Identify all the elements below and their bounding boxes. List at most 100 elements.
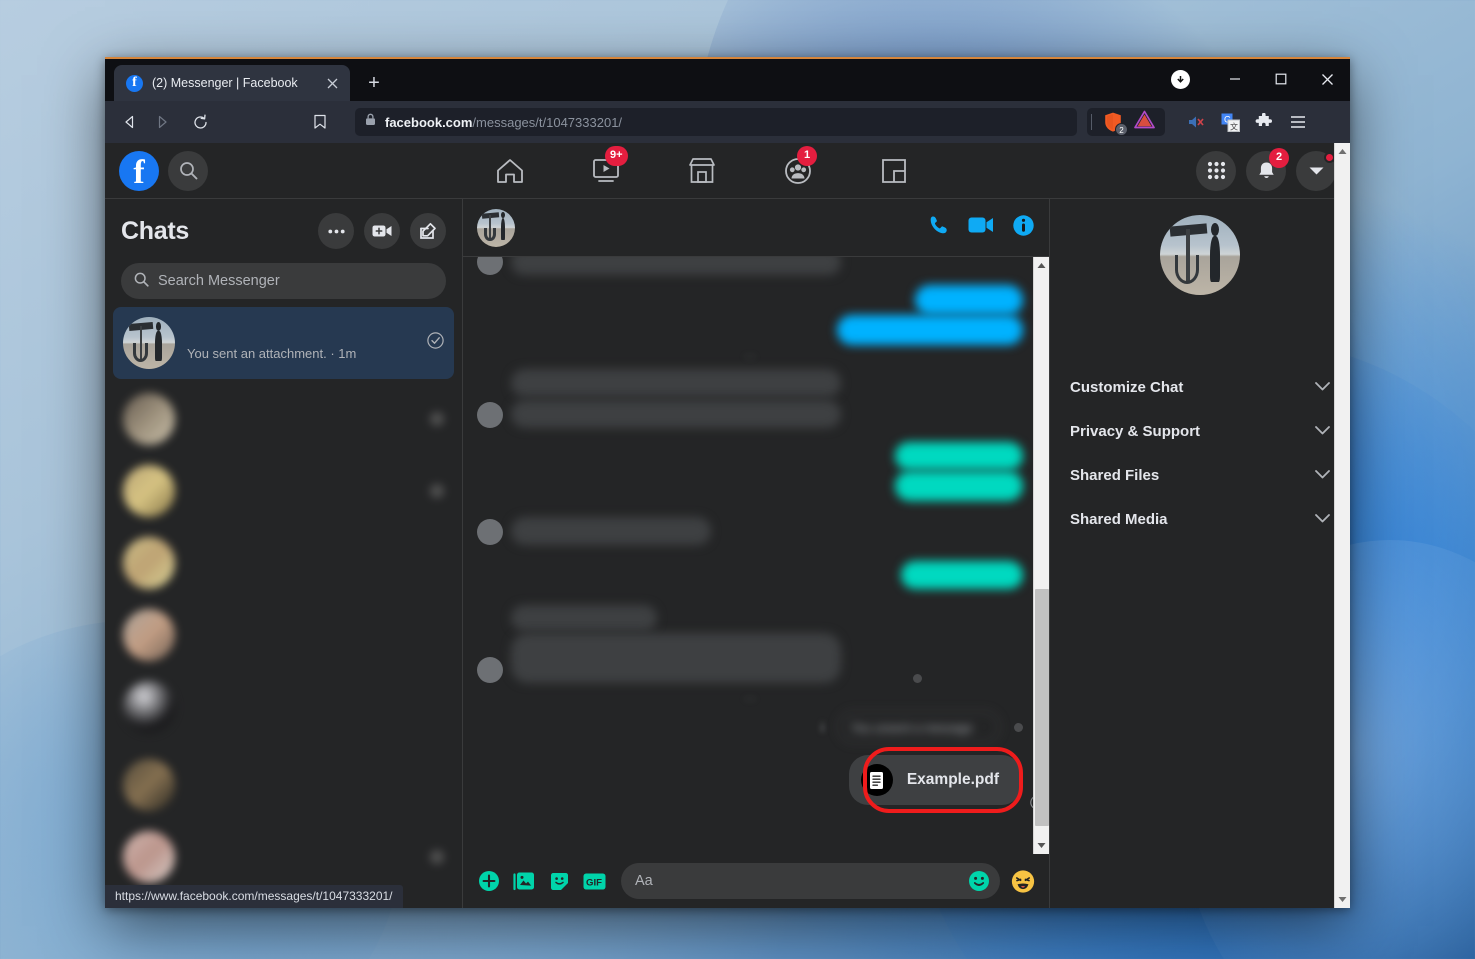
- bookmark-icon[interactable]: [305, 107, 335, 137]
- message-bubble[interactable]: [511, 605, 657, 631]
- details-contact-name: [1151, 307, 1249, 325]
- new-message-icon[interactable]: [410, 213, 446, 249]
- details-item-shared-media[interactable]: Shared Media: [1066, 497, 1334, 541]
- pdf-attachment[interactable]: Example.pdf: [848, 755, 1021, 805]
- message-bubble[interactable]: [895, 471, 1023, 501]
- chat-item-name: [187, 400, 418, 420]
- browser-toolbar: facebook.com/messages/t/1047333201/ 2 G文: [105, 101, 1350, 143]
- notifications-bell-icon[interactable]: 2: [1246, 147, 1289, 191]
- download-icon[interactable]: [1171, 69, 1190, 89]
- chat-item-snippet: [187, 636, 444, 655]
- message-bubble[interactable]: [915, 285, 1023, 315]
- more-options-icon[interactable]: [318, 213, 354, 249]
- message-bubble[interactable]: [511, 257, 841, 275]
- extensions-puzzle-icon[interactable]: [1249, 107, 1279, 137]
- window-controls: [1171, 57, 1350, 101]
- emoji-icon[interactable]: [968, 870, 990, 896]
- brave-shields-icon[interactable]: 2: [1102, 111, 1128, 136]
- details-item-customize-chat[interactable]: Customize Chat: [1066, 365, 1334, 409]
- menu-grid-icon[interactable]: [1196, 150, 1236, 191]
- chats-header: Chats: [105, 199, 462, 253]
- add-attachment-icon[interactable]: [477, 869, 501, 893]
- scrollbar-track[interactable]: [1034, 274, 1050, 837]
- chat-list-item[interactable]: [113, 455, 454, 527]
- chat-list-item[interactable]: [113, 383, 454, 455]
- chat-list-item-active[interactable]: You sent an attachment. · 1m: [113, 307, 454, 379]
- chat-list-item[interactable]: [113, 821, 454, 893]
- close-window-button[interactable]: [1304, 57, 1350, 101]
- message-bubble[interactable]: [837, 315, 1023, 345]
- new-video-room-icon[interactable]: [364, 213, 400, 249]
- message-bubble[interactable]: [511, 517, 711, 545]
- like-thumb-icon[interactable]: [1011, 869, 1035, 893]
- search-icon[interactable]: [168, 150, 208, 191]
- unread-status-dot: [430, 484, 444, 498]
- photo-icon[interactable]: [512, 869, 536, 893]
- facebook-account-controls: 2: [1196, 147, 1336, 191]
- video-watch-icon[interactable]: 9+: [589, 145, 628, 188]
- page-scrollbar[interactable]: [1334, 143, 1350, 908]
- scrollbar-track[interactable]: [1335, 160, 1351, 891]
- gaming-icon[interactable]: [877, 154, 911, 188]
- avatar[interactable]: [477, 208, 515, 247]
- scroll-down-icon[interactable]: [1034, 837, 1050, 854]
- browser-title-bar: f (2) Messenger | Facebook +: [105, 57, 1350, 101]
- speaker-mute-icon[interactable]: [1181, 107, 1211, 137]
- browser-tab[interactable]: f (2) Messenger | Facebook: [114, 65, 350, 101]
- scroll-up-icon[interactable]: [1335, 143, 1351, 160]
- chat-item-name: [187, 544, 444, 564]
- url-bar[interactable]: facebook.com/messages/t/1047333201/: [355, 108, 1077, 136]
- facebook-favicon: f: [126, 74, 143, 92]
- maximize-button[interactable]: [1258, 57, 1304, 101]
- search-input[interactable]: Search Messenger: [121, 263, 446, 299]
- message-bubble[interactable]: [901, 561, 1023, 589]
- home-icon[interactable]: [493, 154, 527, 188]
- chat-item-name: [187, 616, 444, 636]
- new-tab-button[interactable]: +: [360, 69, 388, 97]
- marketplace-icon[interactable]: [685, 154, 719, 188]
- close-icon[interactable]: [322, 73, 342, 93]
- scrollbar-thumb[interactable]: [1034, 589, 1049, 826]
- sticker-icon[interactable]: [547, 869, 571, 893]
- gif-icon[interactable]: GIF: [582, 869, 606, 893]
- google-translate-icon[interactable]: G文: [1215, 107, 1245, 137]
- forward-icon[interactable]: [147, 107, 177, 137]
- chat-list-item[interactable]: [113, 599, 454, 671]
- chat-list[interactable]: You sent an attachment. · 1m: [105, 307, 462, 908]
- message-input[interactable]: Aa: [621, 863, 1000, 899]
- voice-call-icon[interactable]: [928, 214, 950, 241]
- scroll-up-icon[interactable]: [1034, 257, 1050, 274]
- message-list-scrollbar[interactable]: [1033, 257, 1049, 854]
- chat-list-item[interactable]: [113, 749, 454, 821]
- facebook-logo[interactable]: f: [119, 150, 159, 191]
- seen-check-icon: [427, 332, 444, 354]
- brave-rewards-icon[interactable]: [1134, 110, 1155, 134]
- account-chevron-icon[interactable]: [1296, 150, 1336, 191]
- details-item-shared-files[interactable]: Shared Files: [1066, 453, 1334, 497]
- avatar[interactable]: [1160, 215, 1240, 295]
- scroll-down-icon[interactable]: [1335, 891, 1351, 908]
- message-bubble[interactable]: [511, 633, 841, 683]
- back-icon[interactable]: [115, 107, 145, 137]
- video-call-icon[interactable]: [968, 216, 994, 239]
- avatar: [123, 759, 175, 811]
- message-bubble[interactable]: [511, 400, 841, 428]
- reload-icon[interactable]: [185, 107, 215, 137]
- search-icon: [134, 272, 149, 291]
- chats-sidebar: Chats Search Messenger You sent an attac…: [105, 199, 462, 908]
- message-list[interactable]: ··· ··· i You unsent a message Example.p…: [463, 257, 1049, 854]
- status-bar-url: https://www.facebook.com/messages/t/1047…: [105, 885, 403, 908]
- conversation-info-icon[interactable]: [1012, 214, 1035, 242]
- chat-list-item[interactable]: [113, 527, 454, 599]
- chat-item-name: [187, 838, 418, 858]
- message-bubble[interactable]: [511, 369, 841, 397]
- details-item-privacy-support[interactable]: Privacy & Support: [1066, 409, 1334, 453]
- chat-item-snippet: [187, 420, 418, 439]
- groups-icon[interactable]: 1: [781, 145, 817, 188]
- chat-list-item[interactable]: [113, 671, 454, 743]
- message-row: [477, 471, 1023, 501]
- message-row: [477, 257, 1023, 275]
- message-bubble[interactable]: [895, 442, 1023, 470]
- minimize-button[interactable]: [1212, 57, 1258, 101]
- menu-hamburger-icon[interactable]: [1283, 107, 1313, 137]
